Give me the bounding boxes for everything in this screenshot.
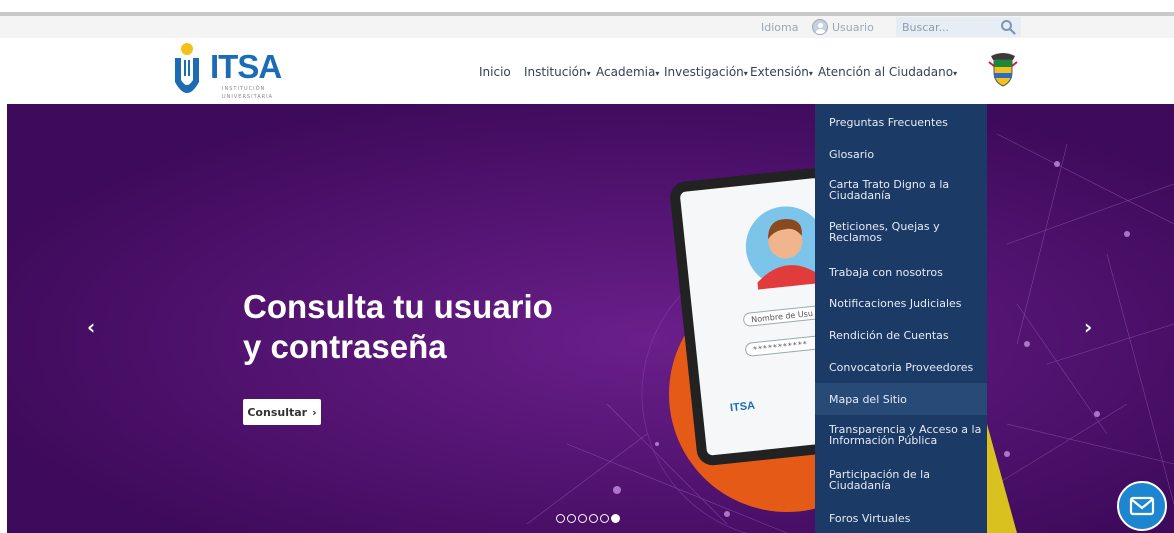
carousel-dot-active[interactable] [611, 514, 620, 523]
caret-down-icon: ▾ [743, 69, 748, 78]
search-box [896, 17, 1021, 37]
user-circle-icon[interactable] [812, 19, 828, 35]
chevron-right-icon: › [312, 405, 317, 419]
chat-button[interactable] [1117, 481, 1167, 531]
caret-down-icon: ▾ [586, 69, 591, 78]
language-link[interactable]: Idioma [761, 21, 798, 34]
logo-subtitle: INSTITUCIÓN [222, 86, 266, 92]
caret-down-icon: ▾ [655, 69, 660, 78]
logo-subtitle: UNIVERSITARIA [222, 94, 274, 100]
carousel-indicators [556, 514, 620, 523]
carousel-dot[interactable] [556, 514, 565, 523]
nav-item-academia[interactable]: Academia▾ [596, 65, 659, 79]
dropdown-item-trabaja-con-nosotros[interactable]: Trabaja con nosotros [815, 267, 987, 278]
dropdown-item-pqr[interactable]: Peticiones, Quejas y Reclamos [815, 221, 987, 243]
hero-background-art [7, 104, 1174, 533]
hero-title: Consulta tu usuario [243, 288, 553, 325]
carousel-next-arrow-icon[interactable]: › [1084, 317, 1098, 337]
hero-title: y contraseña [243, 328, 447, 365]
atencion-ciudadano-dropdown: Preguntas Frecuentes Glosario Carta Trat… [815, 104, 987, 533]
carousel-dot[interactable] [567, 514, 576, 523]
colombia-coat-of-arms-icon[interactable] [987, 52, 1019, 88]
logo-text[interactable]: ITSA [210, 48, 282, 86]
consultar-label: Consultar [247, 405, 308, 419]
dropdown-item-carta-trato-digno[interactable]: Carta Trato Digno a la Ciudadanía [815, 179, 987, 201]
carousel-dot[interactable] [578, 514, 587, 523]
dropdown-item-convocatoria-proveedores[interactable]: Convocatoria Proveedores [815, 362, 987, 373]
mail-icon [1129, 496, 1155, 516]
carousel-dot[interactable] [589, 514, 598, 523]
nav-item-atencion-ciudadano[interactable]: Atención al Ciudadano▾ [818, 65, 957, 79]
nav-item-extension[interactable]: Extensión▾ [750, 65, 813, 79]
nav-item-inicio[interactable]: Inicio [479, 65, 511, 79]
carousel-dot[interactable] [600, 514, 609, 523]
user-link[interactable]: Usuario [832, 21, 874, 34]
dropdown-item-mapa-del-sitio[interactable]: Mapa del Sitio [815, 383, 987, 415]
consultar-button[interactable]: Consultar › [243, 399, 321, 425]
hero-carousel [7, 104, 1174, 533]
dropdown-item-preguntas-frecuentes[interactable]: Preguntas Frecuentes [815, 117, 987, 128]
dropdown-item-foros-virtuales[interactable]: Foros Virtuales [815, 513, 987, 524]
nav-item-institucion[interactable]: Institución▾ [524, 65, 591, 79]
dropdown-item-rendicion-cuentas[interactable]: Rendición de Cuentas [815, 330, 987, 341]
dropdown-item-transparencia[interactable]: Transparencia y Acceso a la Información P… [815, 424, 987, 446]
caret-down-icon: ▾ [808, 69, 813, 78]
dropdown-item-participacion[interactable]: Participación de la Ciudadanía [815, 469, 987, 491]
carousel-prev-arrow-icon[interactable]: ‹ [87, 317, 101, 337]
caret-down-icon: ▾ [953, 69, 958, 78]
nav-item-investigacion[interactable]: Investigación▾ [664, 65, 748, 79]
search-input[interactable] [902, 20, 992, 34]
dropdown-item-notificaciones-judiciales[interactable]: Notificaciones Judiciales [815, 298, 987, 309]
dropdown-item-glosario[interactable]: Glosario [815, 149, 987, 160]
search-icon[interactable] [1000, 19, 1016, 35]
